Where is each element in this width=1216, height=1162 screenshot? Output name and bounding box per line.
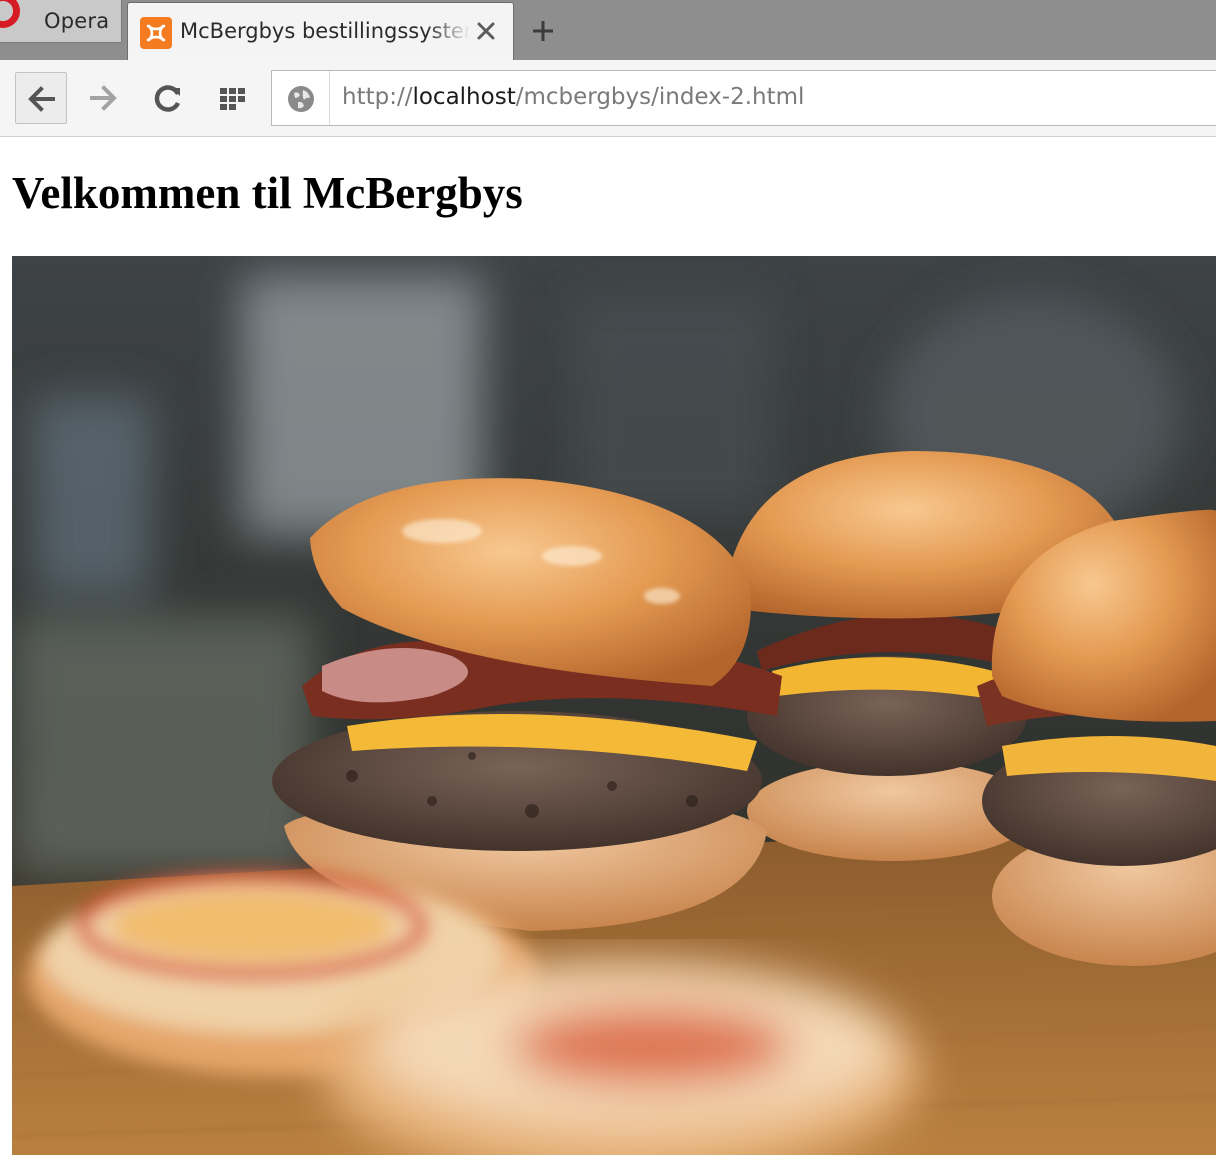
address-bar[interactable]: http://localhost/mcbergbys/index-2.html (271, 70, 1216, 126)
url-scheme: http:// (342, 84, 413, 110)
tab-title: McBergbys bestillingssystem (180, 19, 470, 43)
forward-button[interactable] (78, 72, 130, 124)
reload-button[interactable] (142, 72, 194, 124)
back-button[interactable] (15, 72, 67, 124)
grid-icon (220, 88, 245, 110)
opera-menu-button[interactable]: Opera (0, 0, 122, 43)
tab-active[interactable]: McBergbys bestillingssystem (127, 2, 514, 60)
page-content: Velkommen til McBergbys (0, 137, 1216, 1162)
reload-icon (154, 85, 181, 112)
arrow-right-icon (90, 85, 117, 111)
opera-logo-icon (0, 0, 20, 28)
burger-photo (12, 256, 1216, 1155)
new-tab-plus-icon[interactable] (528, 16, 558, 46)
speed-dial-button[interactable] (207, 72, 259, 124)
tab-strip: Opera McBergbys bestillingssystem (0, 0, 1216, 60)
url-text[interactable]: http://localhost/mcbergbys/index-2.html (342, 84, 804, 110)
xampp-icon (140, 17, 172, 49)
arrow-left-icon (28, 86, 55, 112)
url-path: /mcbergbys/index-2.html (515, 84, 805, 110)
page-title: Velkommen til McBergbys (12, 168, 523, 218)
opera-menu-label: Opera (44, 9, 110, 33)
navigation-toolbar: http://localhost/mcbergbys/index-2.html (0, 60, 1216, 137)
close-icon[interactable] (472, 17, 500, 45)
site-info-button[interactable] (272, 71, 330, 125)
url-host: localhost (412, 84, 516, 110)
globe-icon (288, 86, 314, 112)
